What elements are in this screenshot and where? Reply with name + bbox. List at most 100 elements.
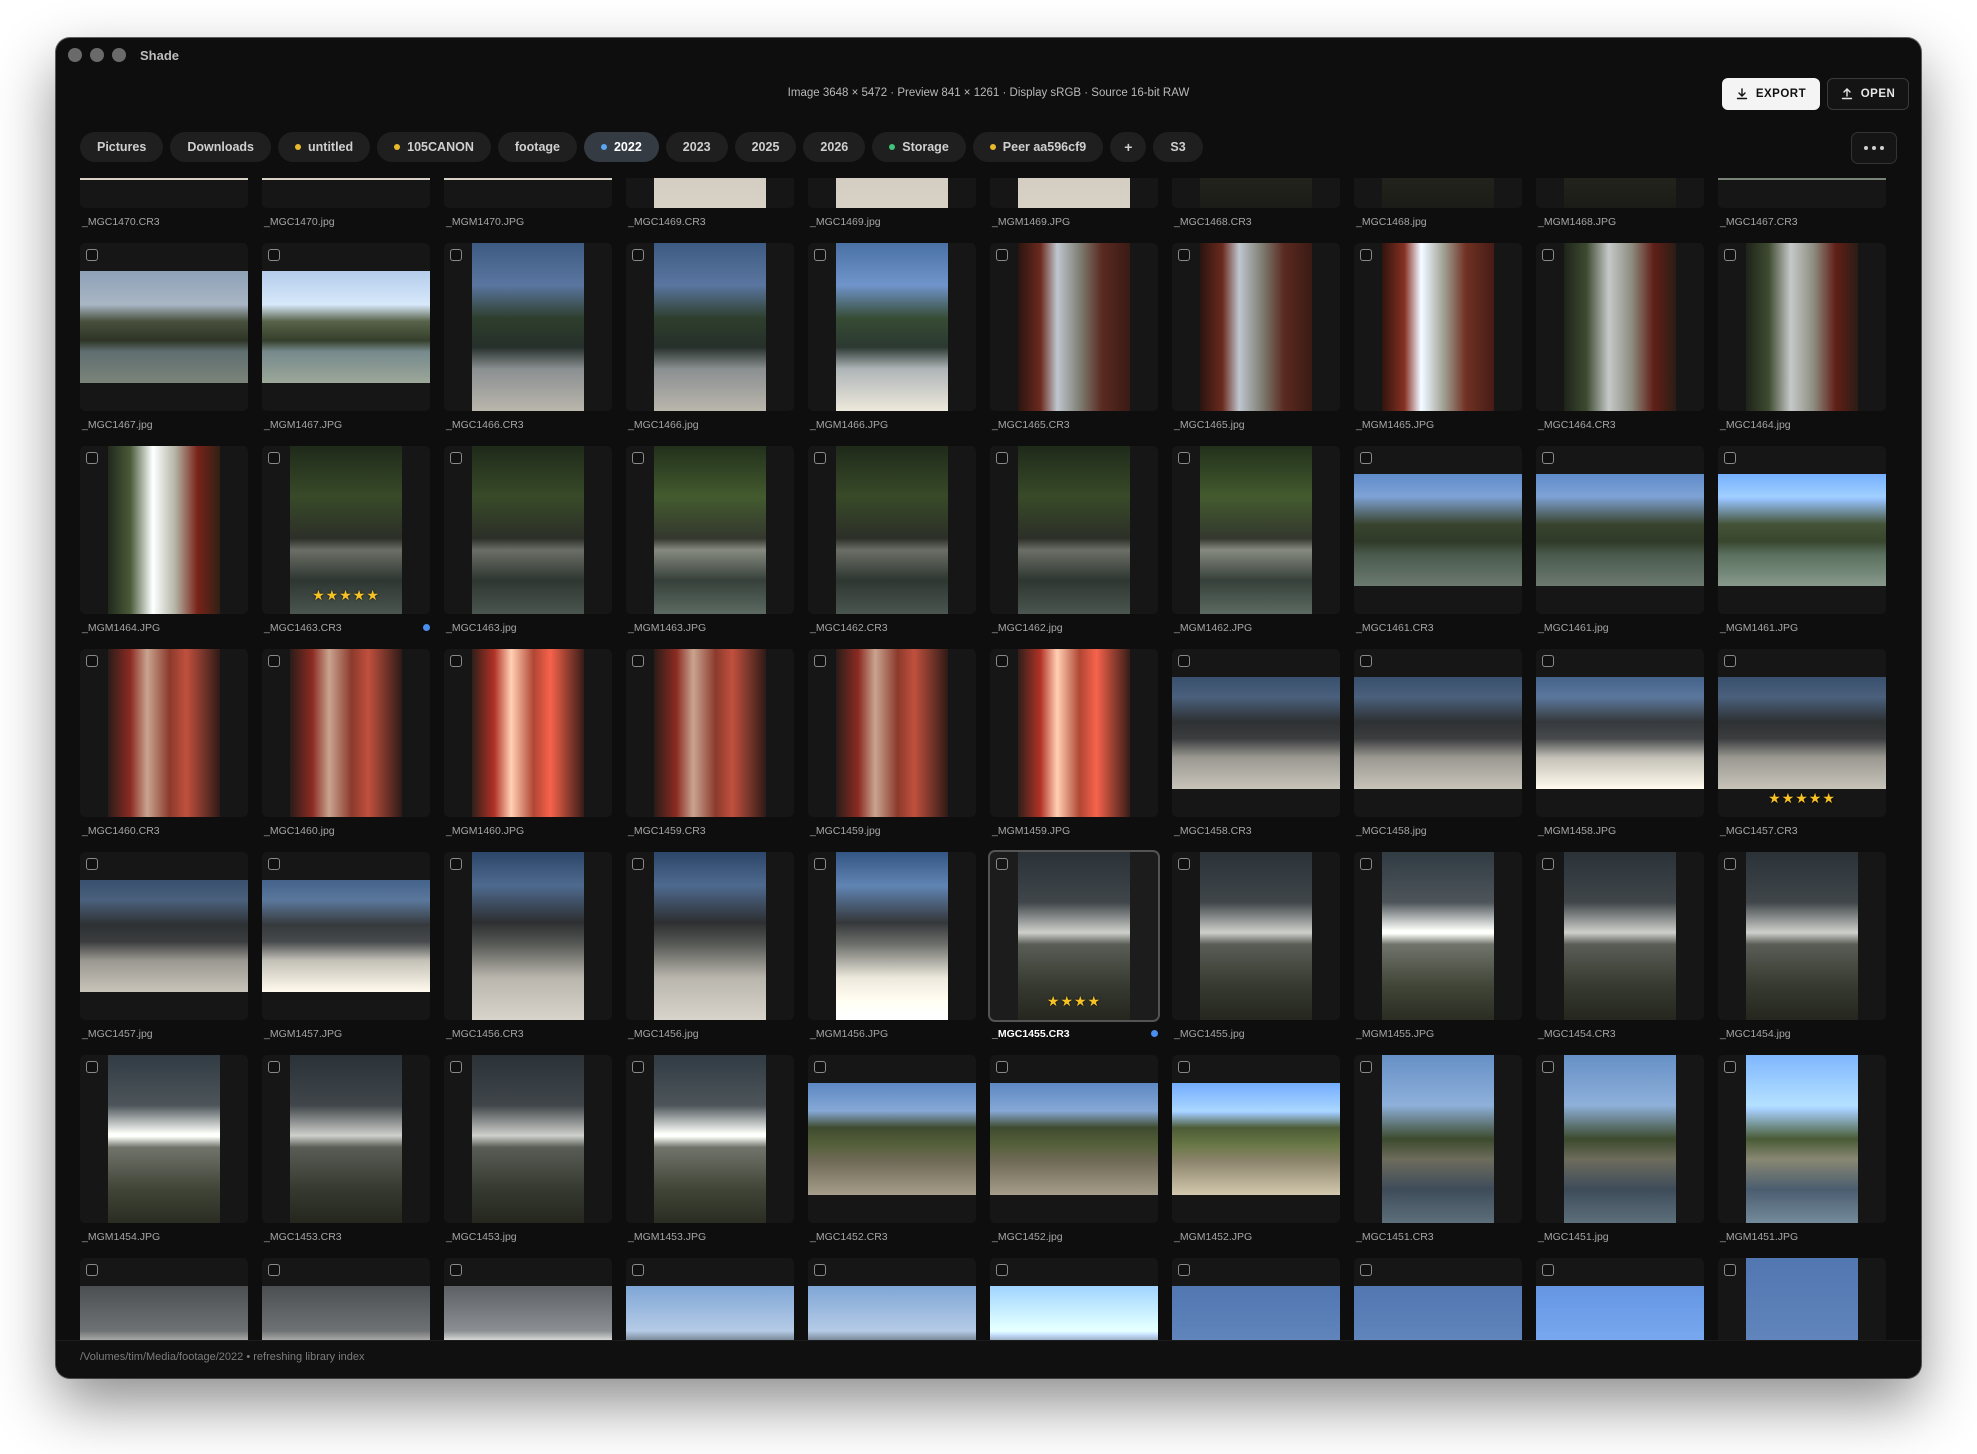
select-checkbox[interactable] bbox=[86, 249, 98, 261]
photo-tile[interactable] bbox=[1172, 1258, 1343, 1340]
photo-tile[interactable]: _MGC1458.CR3 bbox=[1172, 649, 1343, 837]
select-checkbox[interactable] bbox=[632, 1061, 644, 1073]
select-checkbox[interactable] bbox=[1542, 655, 1554, 667]
photo-tile[interactable]: _MGC1451.CR3 bbox=[1354, 1055, 1525, 1243]
select-checkbox[interactable] bbox=[450, 1264, 462, 1276]
photo-tile[interactable]: _MGM1457.JPG bbox=[262, 852, 433, 1040]
photo-tile[interactable]: ★★★★ _MGC1455.CR3 bbox=[990, 852, 1161, 1040]
photo-tile[interactable]: _MGM1465.JPG bbox=[1354, 243, 1525, 431]
select-checkbox[interactable] bbox=[268, 452, 280, 464]
photo-tile[interactable] bbox=[1718, 1258, 1889, 1340]
select-checkbox[interactable] bbox=[996, 1061, 1008, 1073]
photo-tile[interactable]: _MGC1462.CR3 bbox=[808, 446, 979, 634]
select-checkbox[interactable] bbox=[632, 452, 644, 464]
photo-tile[interactable]: _MGC1459.CR3 bbox=[626, 649, 797, 837]
photo-tile[interactable]: _MGM1466.JPG bbox=[808, 243, 979, 431]
select-checkbox[interactable] bbox=[1360, 1061, 1372, 1073]
photo-tile[interactable]: _MGM1469.JPG bbox=[990, 178, 1161, 228]
select-checkbox[interactable] bbox=[1724, 1061, 1736, 1073]
select-checkbox[interactable] bbox=[1360, 655, 1372, 667]
photo-tile[interactable]: _MGM1467.JPG bbox=[262, 243, 433, 431]
photo-tile[interactable]: _MGC1452.CR3 bbox=[808, 1055, 979, 1243]
photo-tile[interactable]: _MGC1468.jpg bbox=[1354, 178, 1525, 228]
select-checkbox[interactable] bbox=[996, 655, 1008, 667]
select-checkbox[interactable] bbox=[1542, 858, 1554, 870]
select-checkbox[interactable] bbox=[86, 452, 98, 464]
photo-tile[interactable]: _MGM1461.JPG bbox=[1718, 446, 1889, 634]
photo-tile[interactable]: _MGM1458.JPG bbox=[1536, 649, 1707, 837]
photo-tile[interactable]: _MGC1464.jpg bbox=[1718, 243, 1889, 431]
photo-tile[interactable]: _MGC1466.jpg bbox=[626, 243, 797, 431]
photo-tile[interactable]: _MGC1461.CR3 bbox=[1354, 446, 1525, 634]
photo-tile[interactable]: _MGC1467.CR3 bbox=[1718, 178, 1889, 228]
open-button[interactable]: OPEN bbox=[1827, 78, 1909, 110]
select-checkbox[interactable] bbox=[450, 858, 462, 870]
select-checkbox[interactable] bbox=[1542, 249, 1554, 261]
tab-storage[interactable]: Storage bbox=[872, 132, 966, 162]
photo-tile[interactable]: _MGC1469.jpg bbox=[808, 178, 979, 228]
select-checkbox[interactable] bbox=[1360, 452, 1372, 464]
photo-tile[interactable]: _MGM1459.JPG bbox=[990, 649, 1161, 837]
select-checkbox[interactable] bbox=[1542, 452, 1554, 464]
tab-untitled[interactable]: untitled bbox=[278, 132, 371, 162]
photo-tile[interactable]: ★★★★★ _MGC1457.CR3 bbox=[1718, 649, 1889, 837]
photo-tile[interactable]: _MGM1463.JPG bbox=[626, 446, 797, 634]
photo-tile[interactable]: _MGC1452.jpg bbox=[990, 1055, 1161, 1243]
select-checkbox[interactable] bbox=[814, 1264, 826, 1276]
select-checkbox[interactable] bbox=[268, 1061, 280, 1073]
photo-tile[interactable]: _MGM1452.JPG bbox=[1172, 1055, 1343, 1243]
photo-tile[interactable] bbox=[262, 1258, 433, 1340]
select-checkbox[interactable] bbox=[996, 1264, 1008, 1276]
photo-tile[interactable]: _MGC1454.CR3 bbox=[1536, 852, 1707, 1040]
more-options-button[interactable] bbox=[1851, 132, 1897, 164]
tab-peer-aa596cf9[interactable]: Peer aa596cf9 bbox=[972, 132, 1104, 162]
select-checkbox[interactable] bbox=[1178, 1061, 1190, 1073]
select-checkbox[interactable] bbox=[1724, 858, 1736, 870]
select-checkbox[interactable] bbox=[450, 249, 462, 261]
photo-tile[interactable]: ★★★★★ _MGC1463.CR3 bbox=[262, 446, 433, 634]
photo-tile[interactable]: _MGC1463.jpg bbox=[444, 446, 615, 634]
photo-tile[interactable]: _MGC1453.jpg bbox=[444, 1055, 615, 1243]
select-checkbox[interactable] bbox=[86, 1264, 98, 1276]
photo-tile[interactable]: _MGC1460.CR3 bbox=[80, 649, 251, 837]
select-checkbox[interactable] bbox=[1724, 452, 1736, 464]
select-checkbox[interactable] bbox=[268, 1264, 280, 1276]
photo-tile[interactable]: _MGC1456.jpg bbox=[626, 852, 797, 1040]
photo-tile[interactable]: _MGC1467.jpg bbox=[80, 243, 251, 431]
photo-tile[interactable]: _MGC1460.jpg bbox=[262, 649, 433, 837]
photo-tile[interactable] bbox=[1354, 1258, 1525, 1340]
select-checkbox[interactable] bbox=[1724, 1264, 1736, 1276]
tab-2022[interactable]: 2022 bbox=[583, 132, 659, 162]
select-checkbox[interactable] bbox=[632, 858, 644, 870]
select-checkbox[interactable] bbox=[1360, 1264, 1372, 1276]
select-checkbox[interactable] bbox=[1178, 452, 1190, 464]
tab-2025[interactable]: 2025 bbox=[734, 132, 797, 162]
select-checkbox[interactable] bbox=[1542, 1264, 1554, 1276]
photo-grid[interactable]: _MGC1470.CR3 _MGC1470.jpg _MGM1470.JPG _MGC… bbox=[80, 178, 1900, 1340]
photo-tile[interactable]: _MGC1453.CR3 bbox=[262, 1055, 433, 1243]
photo-tile[interactable]: _MGC1457.jpg bbox=[80, 852, 251, 1040]
photo-tile[interactable]: _MGM1470.JPG bbox=[444, 178, 615, 228]
photo-tile[interactable]: _MGC1468.CR3 bbox=[1172, 178, 1343, 228]
select-checkbox[interactable] bbox=[632, 1264, 644, 1276]
photo-tile[interactable]: _MGC1465.jpg bbox=[1172, 243, 1343, 431]
select-checkbox[interactable] bbox=[1360, 249, 1372, 261]
photo-tile[interactable]: _MGM1460.JPG bbox=[444, 649, 615, 837]
photo-tile[interactable]: _MGM1464.JPG bbox=[80, 446, 251, 634]
photo-tile[interactable]: _MGC1456.CR3 bbox=[444, 852, 615, 1040]
select-checkbox[interactable] bbox=[268, 858, 280, 870]
select-checkbox[interactable] bbox=[814, 655, 826, 667]
tab-2026[interactable]: 2026 bbox=[803, 132, 866, 162]
photo-tile[interactable]: _MGC1461.jpg bbox=[1536, 446, 1707, 634]
select-checkbox[interactable] bbox=[268, 655, 280, 667]
select-checkbox[interactable] bbox=[268, 249, 280, 261]
photo-tile[interactable]: _MGC1451.jpg bbox=[1536, 1055, 1707, 1243]
photo-tile[interactable]: _MGC1455.jpg bbox=[1172, 852, 1343, 1040]
select-checkbox[interactable] bbox=[450, 452, 462, 464]
photo-tile[interactable]: _MGC1470.jpg bbox=[262, 178, 433, 228]
minimize-window-button[interactable] bbox=[90, 48, 104, 62]
select-checkbox[interactable] bbox=[86, 1061, 98, 1073]
photo-tile[interactable] bbox=[626, 1258, 797, 1340]
tab-footage[interactable]: footage bbox=[497, 132, 577, 162]
photo-tile[interactable]: _MGC1462.jpg bbox=[990, 446, 1161, 634]
